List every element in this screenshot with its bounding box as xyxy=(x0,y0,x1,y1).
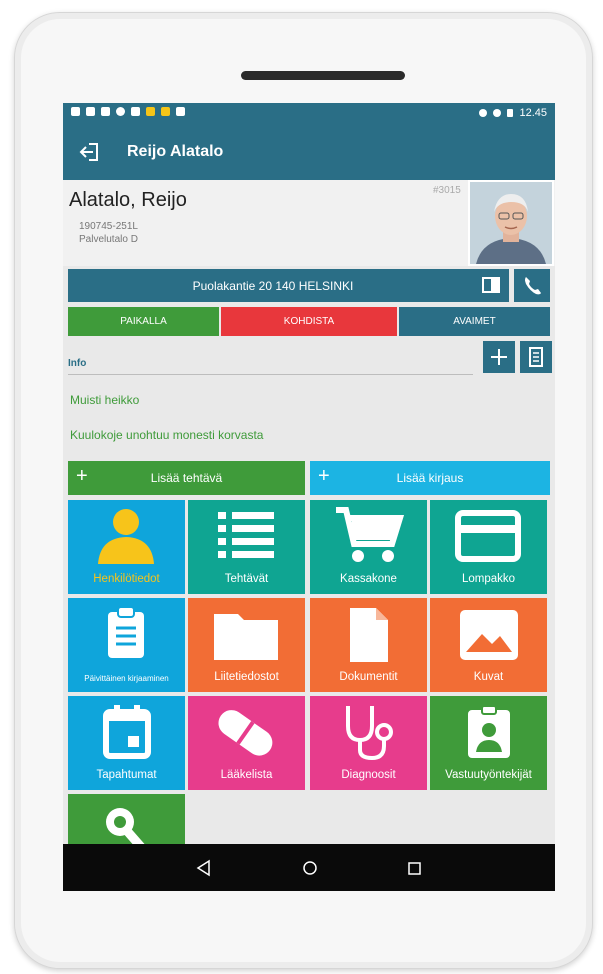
list-icon xyxy=(218,512,274,558)
plus-icon xyxy=(491,349,507,365)
call-button[interactable] xyxy=(514,269,550,302)
info-notes: Muisti heikko Kuulokoje unohtuu monesti … xyxy=(68,375,550,458)
status-button-avaimet[interactable]: AVAIMET xyxy=(399,307,550,336)
add-task-button[interactable]: + Lisää tehtävä xyxy=(68,461,305,495)
tile-laakelista[interactable]: Lääkelista xyxy=(188,696,305,790)
add-task-label: Lisää tehtävä xyxy=(150,471,223,485)
tile-label: Dokumentit xyxy=(339,671,398,683)
patient-unit: Palvelutalo D xyxy=(79,234,138,245)
info-note: Kuulokoje unohtuu monesti korvasta xyxy=(70,428,264,442)
folder-icon xyxy=(214,614,278,660)
patient-name: Alatalo, Reijo xyxy=(69,189,187,211)
tile-tapahtumat[interactable]: Tapahtumat xyxy=(68,696,185,790)
flag-icon xyxy=(146,107,155,116)
notification-icons xyxy=(71,107,185,116)
info-header: Info xyxy=(68,341,552,375)
back-icon[interactable] xyxy=(79,141,101,163)
add-entry-label: Lisää kirjaus xyxy=(396,471,464,485)
tile-liitetiedostot[interactable]: Liitetiedostot xyxy=(188,598,305,692)
calendar-icon xyxy=(103,705,151,759)
nav-recents-icon[interactable] xyxy=(402,856,426,880)
address-bar[interactable]: Puolakantie 20 140 HELSINKI xyxy=(68,269,509,302)
address-text: Puolakantie 20 140 HELSINKI xyxy=(192,279,354,293)
speaker-slot xyxy=(241,71,405,80)
tile-label: Vastuutyöntekijät xyxy=(445,769,532,781)
android-nav-bar xyxy=(63,844,555,891)
tile-label: Tapahtumat xyxy=(96,769,157,781)
tile-label: Kuvat xyxy=(473,671,504,683)
phone-icon xyxy=(525,277,541,295)
status-row: PAIKALLA KOHDISTA AVAIMET xyxy=(68,307,550,336)
add-entry-button[interactable]: + Lisää kirjaus xyxy=(310,461,550,495)
status-button-kohdista[interactable]: KOHDISTA xyxy=(221,307,397,336)
tile-tehtavat[interactable]: Tehtävät xyxy=(188,500,305,594)
location-icon xyxy=(479,109,488,117)
info-list-button[interactable] xyxy=(520,341,552,373)
shield-icon xyxy=(86,107,95,116)
image-notif-icon xyxy=(101,107,110,116)
cart-icon xyxy=(336,507,405,562)
patient-number: #3015 xyxy=(433,185,461,196)
status-button-paikalla[interactable]: PAIKALLA xyxy=(68,307,219,336)
tile-paivittainen-kirjaaminen[interactable]: Päivittäinen kirjaaminen xyxy=(68,598,185,692)
nav-home-icon[interactable] xyxy=(298,856,322,880)
tile-label: Diagnoosit xyxy=(341,769,396,781)
pill-icon xyxy=(218,710,273,756)
tile-label: Henkilötiedot xyxy=(93,573,160,585)
bag-icon xyxy=(176,107,185,116)
tile-dokumentit[interactable]: Dokumentit xyxy=(310,598,427,692)
tile-lompakko[interactable]: Lompakko xyxy=(430,500,547,594)
tile-label: Tehtävät xyxy=(224,573,269,585)
clipboard-icon xyxy=(108,606,144,658)
tile-label: Kassakone xyxy=(340,573,397,585)
download-icon xyxy=(131,107,140,116)
app-bar-title: Reijo Alatalo xyxy=(127,143,224,160)
patient-header: Alatalo, Reijo 190745-251L Palvelutalo D… xyxy=(63,180,555,266)
flag-icon-2 xyxy=(161,107,170,116)
person-photo-icon xyxy=(470,182,552,264)
battery-icon xyxy=(507,109,514,117)
tile-vastuutyontekijat[interactable]: Vastuutyöntekijät xyxy=(430,696,547,790)
info-label: Info xyxy=(68,358,87,369)
wifi-icon xyxy=(493,109,502,117)
app-screen: 12.45 Reijo Alatalo Alatalo, Reijo 19074… xyxy=(63,103,555,891)
document-icon xyxy=(350,608,388,662)
tile-label: Liitetiedostot xyxy=(214,671,279,683)
tile-label: Päivittäinen kirjaaminen xyxy=(84,674,169,683)
tile-henkilotiedot[interactable]: Henkilötiedot xyxy=(68,500,185,594)
app-bar: Reijo Alatalo xyxy=(63,125,555,180)
map-book-icon[interactable] xyxy=(482,277,500,293)
info-add-button[interactable] xyxy=(483,341,515,373)
clock: 12.45 xyxy=(519,107,547,119)
wallet-icon xyxy=(455,510,521,562)
image-icon xyxy=(460,610,518,660)
wrench-icon xyxy=(71,107,80,116)
patient-id: 190745-251L xyxy=(79,221,138,232)
list-doc-icon xyxy=(529,347,543,367)
stethoscope-icon xyxy=(346,706,393,760)
nav-back-icon[interactable] xyxy=(192,856,216,880)
tile-kuvat[interactable]: Kuvat xyxy=(430,598,547,692)
patient-photo[interactable] xyxy=(468,180,554,266)
info-note: Muisti heikko xyxy=(70,393,140,407)
status-bar: 12.45 xyxy=(63,103,555,125)
status-right: 12.45 xyxy=(479,107,547,119)
tile-label: Lompakko xyxy=(461,573,516,585)
tile-diagnoosit[interactable]: Diagnoosit xyxy=(310,696,427,790)
person-icon xyxy=(98,509,154,564)
tile-kassakone[interactable]: Kassakone xyxy=(310,500,427,594)
badge-icon xyxy=(468,705,510,758)
circle-icon xyxy=(116,107,125,116)
tile-label: Lääkelista xyxy=(220,769,273,781)
